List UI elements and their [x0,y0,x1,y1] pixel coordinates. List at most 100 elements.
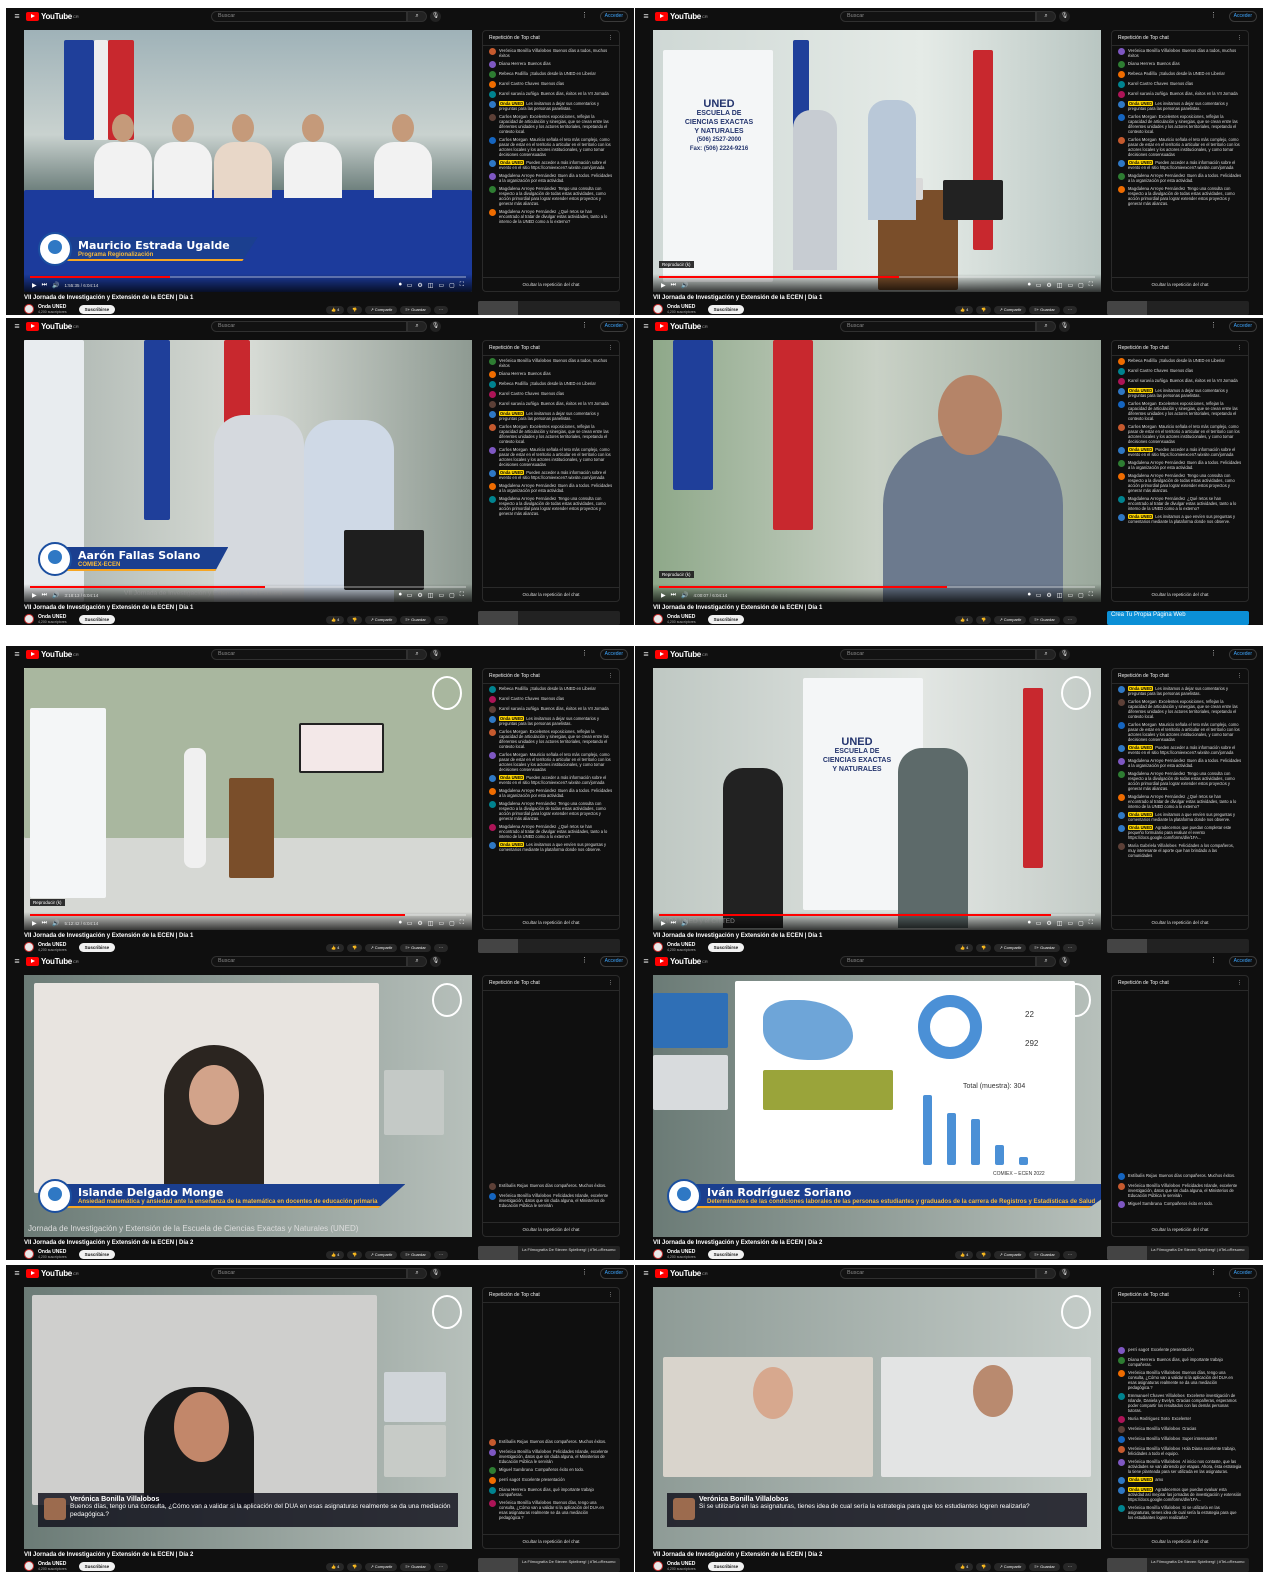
search-icon[interactable]: ⌕ [407,956,427,967]
theater-mode-icon[interactable]: ▭ [438,282,444,289]
settings-gear-icon[interactable]: ⚙ [1046,920,1051,927]
autoplay-toggle[interactable]: ⏺ [1028,920,1031,927]
recommended-video[interactable]: La Filmografía De Steven Spielberg! | #T… [478,1558,620,1572]
settings-gear-icon[interactable]: ⚙ [417,592,422,599]
channel-name[interactable]: Onda UNED [38,942,67,948]
like-button[interactable]: 👍 4 [326,944,345,952]
progress-bar[interactable] [30,276,466,278]
progress-bar[interactable] [30,586,466,588]
chat-more-icon[interactable]: ⋮ [1237,980,1242,986]
chat-more-icon[interactable]: ⋮ [1237,35,1242,41]
more-actions-icon[interactable]: ⋯ [1062,306,1077,314]
microphone-icon[interactable]: 🎙 [430,649,441,660]
save-button[interactable]: ≡+ Guardar [1029,616,1060,624]
video-player[interactable]: Reproducir (k) ▶ ⏭ 🔊 4:00:07 / 6:04:14 ⏺ ▭ ⚙ ◫ ▭ ▢… [653,340,1101,602]
chat-mode-dropdown[interactable]: Repetición de Top chat [489,673,540,679]
chat-mode-dropdown[interactable]: Repetición de Top chat [1118,1292,1169,1298]
settings-gear-icon[interactable]: ⚙ [1046,592,1051,599]
more-options-icon[interactable]: ⋮ [581,956,588,964]
recommended-video[interactable] [1107,301,1249,315]
subscribe-button[interactable]: Suscribirse [78,942,116,952]
play-icon[interactable]: ▶ [32,592,37,599]
share-button[interactable]: ↗ Compartir [365,944,398,952]
youtube-logo[interactable]: YouTube CR [26,11,79,21]
chat-mode-dropdown[interactable]: Repetición de Top chat [1118,345,1169,351]
channel-avatar[interactable] [653,304,663,314]
search-input[interactable]: Buscar [840,649,1036,660]
channel-name[interactable]: Onda UNED [667,942,696,948]
channel-avatar[interactable] [24,942,34,952]
recommended-video[interactable] [478,301,620,315]
progress-bar[interactable] [659,914,1095,916]
chat-more-icon[interactable]: ⋮ [608,345,613,351]
sign-in-button[interactable]: Acceder [1228,11,1257,22]
share-button[interactable]: ↗ Compartir [994,306,1027,314]
save-button[interactable]: ≡+ Guardar [400,1251,431,1259]
dislike-icon[interactable]: 👎 [976,616,992,624]
menu-icon[interactable]: ≡ [639,646,653,662]
dislike-icon[interactable]: 👎 [976,306,992,314]
like-button[interactable]: 👍 4 [955,1563,974,1571]
theater-mode-icon[interactable]: ▭ [1067,592,1073,599]
sign-in-button[interactable]: Acceder [1228,321,1257,332]
play-icon[interactable]: ▶ [661,592,666,599]
chat-more-icon[interactable]: ⋮ [608,1292,613,1298]
channel-avatar[interactable] [24,614,34,624]
recommended-video[interactable]: La Filmografía De Steven Spielberg! | #T… [1107,1246,1249,1260]
video-player[interactable]: Aarón Fallas SolanoCOMIEX-ECENVII Jornad… [24,340,472,602]
more-actions-icon[interactable]: ⋯ [433,1563,448,1571]
more-options-icon[interactable]: ⋮ [1210,956,1217,964]
channel-avatar[interactable] [24,1249,34,1259]
recommended-video[interactable]: La Filmografía De Steven Spielberg! | #T… [478,1246,620,1260]
chat-mode-dropdown[interactable]: Repetición de Top chat [1118,673,1169,679]
subscribe-button[interactable]: Suscribirse [78,614,116,624]
microphone-icon[interactable]: 🎙 [1059,956,1070,967]
hide-chat-replay-button[interactable]: Ocultar la repetición del chat [483,277,619,291]
progress-bar[interactable] [659,586,1095,588]
progress-bar[interactable] [659,276,1095,278]
menu-icon[interactable]: ≡ [10,1265,24,1281]
search-input[interactable]: Buscar [840,1268,1036,1279]
sign-in-button[interactable]: Acceder [599,1268,628,1279]
search-input[interactable]: Buscar [211,321,407,332]
microphone-icon[interactable]: 🎙 [1059,649,1070,660]
cast-icon[interactable]: ▢ [1078,282,1084,289]
autoplay-toggle[interactable]: ⏺ [1028,592,1031,599]
chat-more-icon[interactable]: ⋮ [608,35,613,41]
save-button[interactable]: ≡+ Guardar [1029,1563,1060,1571]
sign-in-button[interactable]: Acceder [1228,649,1257,660]
fullscreen-icon[interactable]: ⛶ [1089,920,1093,927]
like-button[interactable]: 👍 4 [955,1251,974,1259]
hide-chat-replay-button[interactable]: Ocultar la repetición del chat [483,1222,619,1236]
sign-in-button[interactable]: Acceder [1228,956,1257,967]
channel-name[interactable]: Onda UNED [667,304,696,310]
settings-gear-icon[interactable]: ⚙ [417,282,422,289]
miniplayer-icon[interactable]: ◫ [428,592,434,599]
subscribe-button[interactable]: Suscribirse [707,942,745,952]
ad-banner[interactable]: Crea Tu Propia Página Web [1107,611,1249,625]
miniplayer-icon[interactable]: ◫ [428,282,434,289]
search-input[interactable]: Buscar [211,649,407,660]
like-button[interactable]: 👍 4 [955,306,974,314]
channel-name[interactable]: Onda UNED [667,614,696,620]
subscribe-button[interactable]: Suscribirse [78,304,116,314]
channel-avatar[interactable] [24,1561,34,1571]
hide-chat-replay-button[interactable]: Ocultar la repetición del chat [1112,1534,1248,1548]
channel-avatar[interactable] [653,942,663,952]
chat-mode-dropdown[interactable]: Repetición de Top chat [489,35,540,41]
miniplayer-icon[interactable]: ◫ [1057,592,1063,599]
sign-in-button[interactable]: Acceder [1228,1268,1257,1279]
like-button[interactable]: 👍 4 [955,944,974,952]
play-icon[interactable]: ▶ [661,282,666,289]
menu-icon[interactable]: ≡ [10,953,24,969]
subscribe-button[interactable]: Suscribirse [78,1561,116,1571]
search-icon[interactable]: ⌕ [1036,649,1056,660]
microphone-icon[interactable]: 🎙 [430,321,441,332]
recommended-video[interactable] [478,939,620,953]
chat-more-icon[interactable]: ⋮ [1237,345,1242,351]
progress-bar[interactable] [30,914,466,916]
subscribe-button[interactable]: Suscribirse [78,1249,116,1259]
video-player[interactable]: UNED ESCUELA DE CIENCIAS EXACTAS Y NATURALE… [653,30,1101,292]
search-icon[interactable]: ⌕ [407,11,427,22]
microphone-icon[interactable]: 🎙 [1059,321,1070,332]
